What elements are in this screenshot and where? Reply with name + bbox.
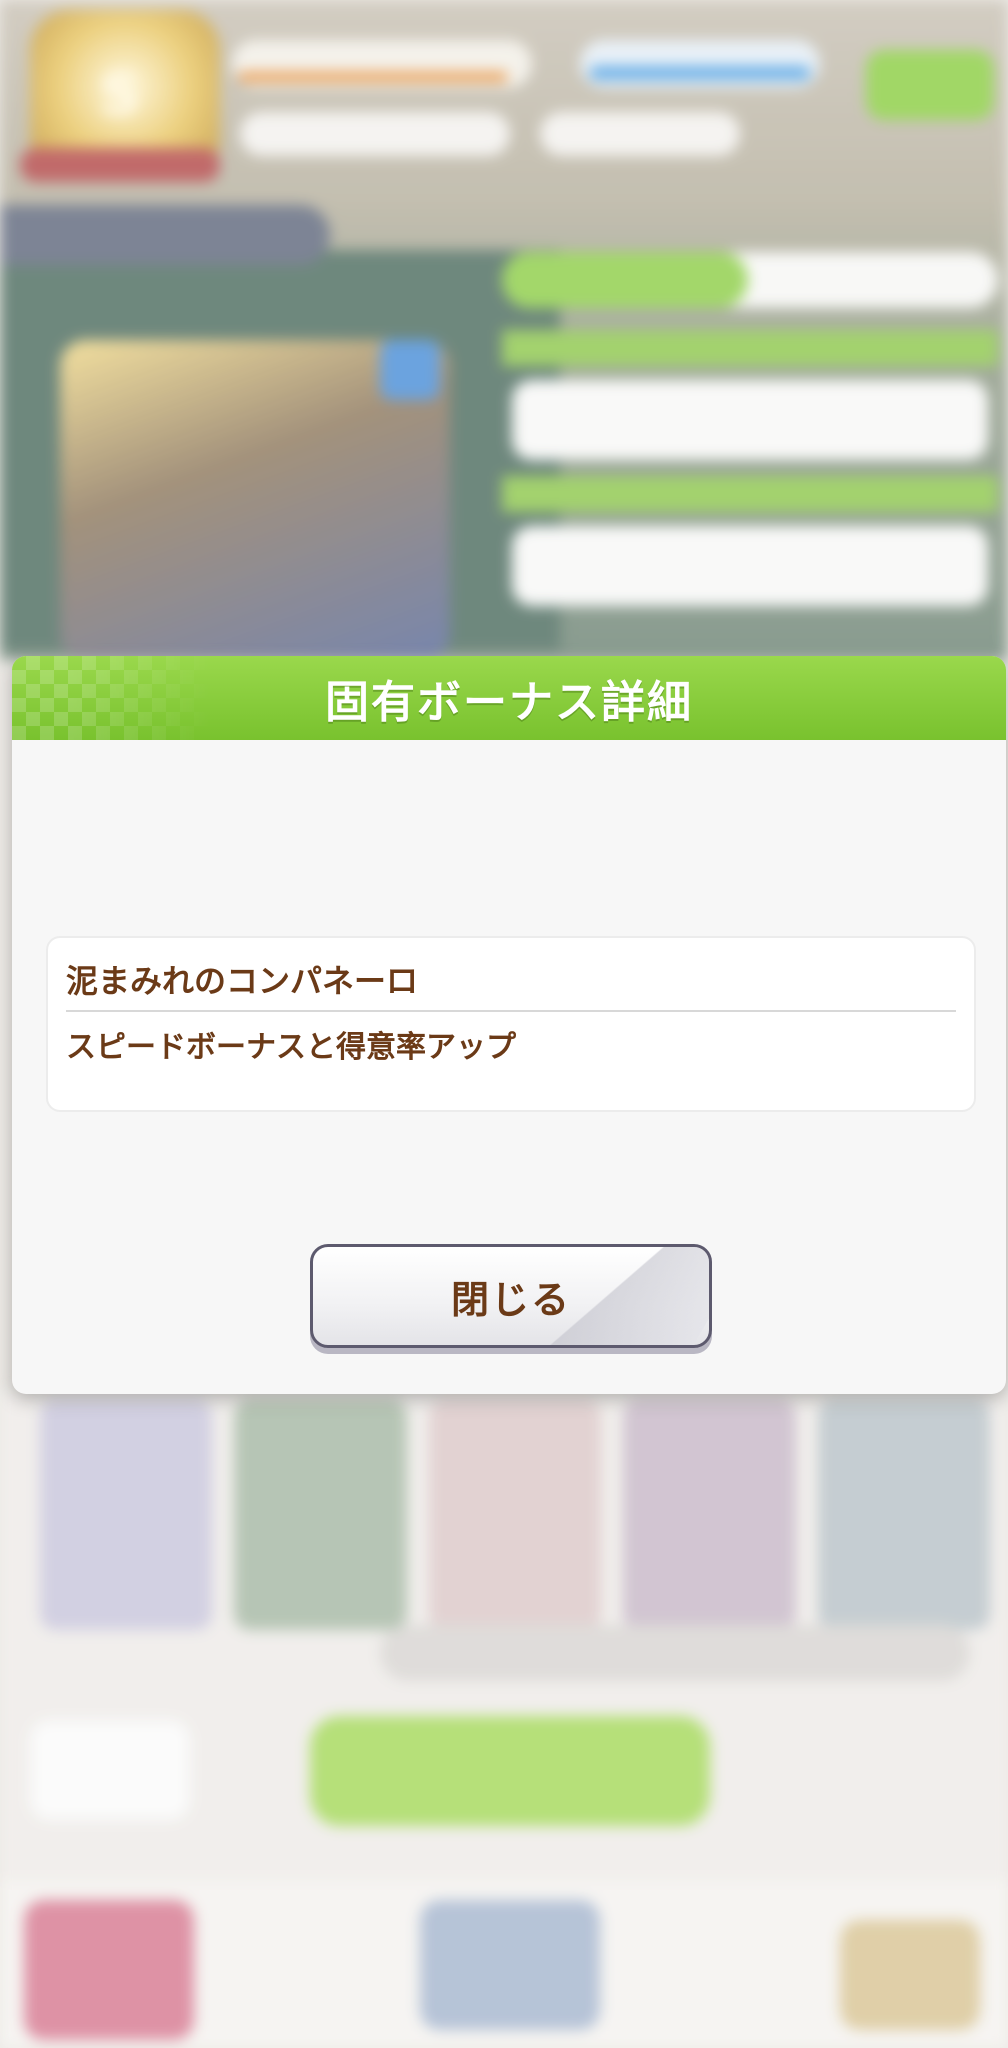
bonus-name: 泥まみれのコンパネーロ [66, 962, 419, 1000]
bonus-detail-dialog: 固有ボーナス詳細 泥まみれのコンパネーロ スピードボーナスと得意率アップ 閉じる [12, 656, 1006, 1394]
close-button-label: 閉じる [450, 1277, 571, 1322]
dialog-title: 固有ボーナス詳細 [325, 677, 693, 728]
bonus-info-card: 泥まみれのコンパネーロ スピードボーナスと得意率アップ [46, 936, 976, 1112]
close-button[interactable]: 閉じる [310, 1244, 712, 1348]
bonus-description: スピードボーナスと得意率アップ [66, 1030, 516, 1065]
header-pattern [12, 656, 212, 740]
divider [66, 1010, 956, 1012]
dialog-header: 固有ボーナス詳細 [12, 656, 1006, 740]
